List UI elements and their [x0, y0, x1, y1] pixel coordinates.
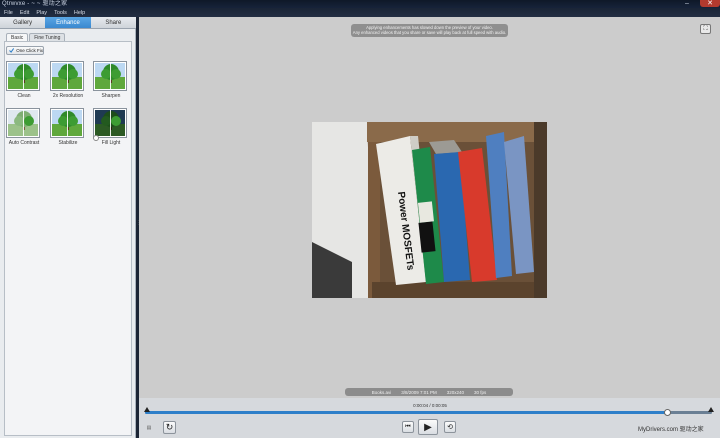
one-click-fix-label: One Click Fix	[16, 48, 43, 53]
menu-play[interactable]: Play	[36, 10, 47, 16]
video-frame-image: Power MOSFETs	[312, 122, 547, 298]
tree-thumbnail-icon	[93, 108, 127, 138]
title-bar: Qtrwvxe - ~ ~ 驱动之家 – ✕	[0, 0, 720, 8]
effect-clean[interactable]: Clean	[6, 61, 42, 99]
rotate-icon: ↻	[165, 422, 174, 432]
menu-bar: File Edit Play Tools Help	[0, 8, 720, 17]
notice-line-2: Any enhanced videos that you share or sa…	[352, 30, 507, 35]
tab-share[interactable]: Share	[91, 17, 136, 28]
trim-end-marker[interactable]	[708, 407, 714, 412]
trim-start-marker[interactable]	[144, 407, 150, 412]
clip-date: 3/8/2009 7:01 PM	[401, 389, 437, 395]
rotate-button[interactable]: ↻	[163, 421, 176, 434]
tree-thumbnail-icon	[50, 61, 84, 91]
speaker-icon: ▤	[146, 425, 152, 431]
tree-thumbnail-icon	[6, 61, 40, 91]
menu-edit[interactable]: Edit	[20, 10, 29, 16]
clip-filename: Books.avi	[371, 389, 392, 395]
seek-handle[interactable]	[663, 409, 671, 416]
enhancement-notice: Applying enhancements has slowed down th…	[351, 24, 508, 37]
loop-button[interactable]: ⟲	[444, 421, 456, 433]
video-preview[interactable]: Power MOSFETs	[312, 122, 547, 298]
tab-gallery[interactable]: Gallery	[0, 17, 45, 28]
tree-thumbnail-icon	[93, 61, 127, 91]
checkmark-icon	[9, 48, 15, 53]
tree-thumbnail-icon	[50, 108, 84, 138]
mute-button[interactable]: ▤	[145, 425, 153, 433]
effect-label: 2x Resolution	[52, 93, 84, 99]
effect-fill-light[interactable]: Fill Light	[93, 108, 129, 146]
menu-file[interactable]: File	[4, 10, 13, 16]
menu-help[interactable]: Help	[74, 10, 85, 16]
tree-thumbnail-icon	[6, 108, 40, 138]
previous-button[interactable]: ⏮	[402, 421, 414, 433]
menu-tools[interactable]: Tools	[54, 10, 67, 16]
enhance-panel: Gallery Enhance Share Basic Fine Tuning …	[0, 17, 136, 438]
fullscreen-icon: ⛶	[703, 26, 708, 32]
effect-label: Fill Light	[101, 140, 121, 146]
clip-resolution: 320x240	[446, 389, 465, 395]
clip-fps: 30 fps	[474, 389, 487, 395]
previous-icon: ⏮	[405, 424, 411, 430]
effect-label: Stabilize	[58, 140, 78, 146]
one-click-fix-button[interactable]: One Click Fix	[6, 46, 44, 55]
effect-label: Clean	[17, 93, 31, 99]
seek-progress	[145, 411, 667, 414]
effect-stabilize[interactable]: Stabilize	[50, 108, 86, 146]
tab-basic[interactable]: Basic	[6, 33, 29, 41]
effect-label: Sharpen	[101, 93, 121, 99]
main-tabs: Gallery Enhance Share	[0, 17, 136, 29]
timecode: 0:00:04 / 0:00:05	[413, 403, 447, 408]
fill-light-indicator[interactable]	[93, 135, 99, 141]
tab-fine-tuning[interactable]: Fine Tuning	[29, 33, 66, 41]
effect-auto-contrast[interactable]: Auto Contrast	[6, 108, 42, 146]
clip-info-bar: Books.avi 3/8/2009 7:01 PM 320x240 30 fp…	[345, 388, 513, 396]
close-button[interactable]: ✕	[700, 0, 720, 7]
minimize-button[interactable]: –	[681, 0, 693, 7]
play-button[interactable]: ▶	[418, 419, 438, 435]
play-icon: ▶	[424, 422, 432, 433]
effect-sharpen[interactable]: Sharpen	[93, 61, 129, 99]
sub-tabs: Basic Fine Tuning	[6, 33, 66, 41]
window-title: Qtrwvxe - ~ ~ 驱动之家	[2, 1, 68, 7]
fullscreen-button[interactable]: ⛶	[700, 24, 711, 34]
watermark-text: MyDrivers.com 驱动之家	[638, 427, 704, 433]
tab-enhance[interactable]: Enhance	[45, 17, 91, 28]
loop-icon: ⟲	[447, 424, 453, 431]
effect-label: Auto Contrast	[8, 140, 40, 146]
effect-2x-resolution[interactable]: 2x Resolution	[50, 61, 86, 99]
basic-pane	[4, 41, 132, 436]
